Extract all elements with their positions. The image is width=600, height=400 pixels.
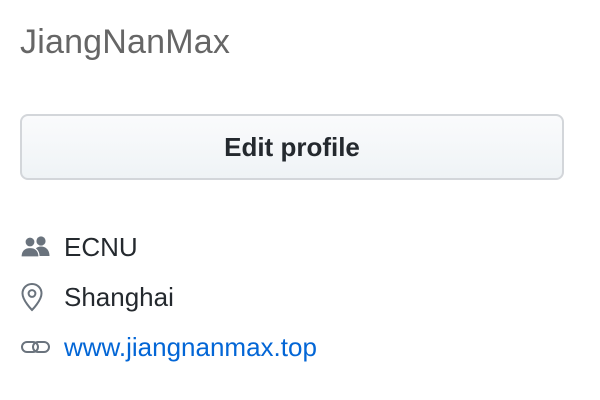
people-icon [20,231,52,263]
organization-text: ECNU [64,231,138,262]
profile-details: ECNU Shanghai www.jiangnanmax.top [20,222,580,372]
organization-row: ECNU [20,222,580,272]
website-row: www.jiangnanmax.top [20,322,580,372]
location-row: Shanghai [20,272,580,322]
profile-sidebar: JiangNanMax Edit profile ECNU Shanghai w… [0,0,600,400]
edit-profile-button[interactable]: Edit profile [20,114,564,180]
link-icon [20,331,52,363]
website-link[interactable]: www.jiangnanmax.top [64,332,317,363]
location-pin-icon [20,281,52,313]
location-text: Shanghai [64,281,174,312]
profile-username: JiangNanMax [20,23,231,61]
